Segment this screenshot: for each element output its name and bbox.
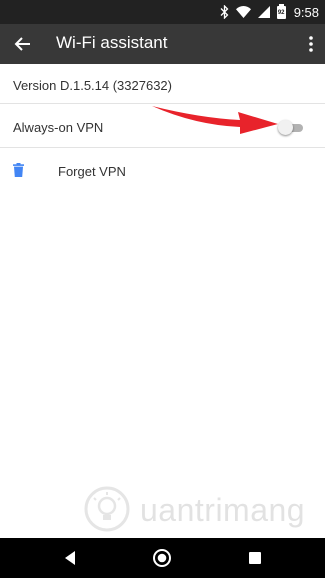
watermark-text: uantrimang — [140, 492, 306, 528]
page-title: Wi-Fi assistant — [56, 33, 168, 52]
battery-icon: 92 — [276, 3, 286, 19]
trash-icon — [13, 163, 24, 177]
nav-back-button[interactable] — [61, 548, 81, 568]
more-vertical-icon — [309, 36, 313, 52]
forget-vpn-label: Forget VPN — [58, 164, 126, 179]
version-text: Version D.1.5.14 (3327632) — [13, 78, 172, 93]
recents-square-icon — [249, 552, 261, 564]
home-circle-icon — [153, 549, 171, 567]
nav-recents-button[interactable] — [245, 548, 265, 568]
always-on-vpn-label: Always-on VPN — [13, 120, 104, 135]
back-triangle-icon — [65, 551, 75, 565]
annotation-arrow — [152, 106, 278, 134]
wifi-icon — [235, 6, 251, 18]
toggle-thumb — [278, 120, 293, 135]
arrow-left-icon — [14, 37, 30, 51]
navigation-bar — [0, 538, 325, 578]
signal-icon — [257, 6, 270, 18]
status-time: 9:58 — [293, 4, 319, 20]
nav-home-button[interactable] — [152, 548, 172, 568]
forget-vpn-row[interactable]: Forget VPN — [0, 148, 325, 192]
battery-level: 92 — [277, 9, 285, 16]
watermark: uantrimang — [82, 484, 306, 540]
overflow-menu-button[interactable] — [307, 33, 315, 55]
always-on-vpn-toggle[interactable] — [278, 119, 304, 137]
status-icons: 92 9:58 — [220, 0, 319, 24]
status-bar: 92 9:58 — [0, 0, 325, 24]
bluetooth-icon — [220, 5, 229, 19]
back-button[interactable] — [12, 33, 34, 55]
app-bar: Wi-Fi assistant — [0, 24, 325, 64]
lightbulb-logo-icon — [84, 486, 130, 532]
